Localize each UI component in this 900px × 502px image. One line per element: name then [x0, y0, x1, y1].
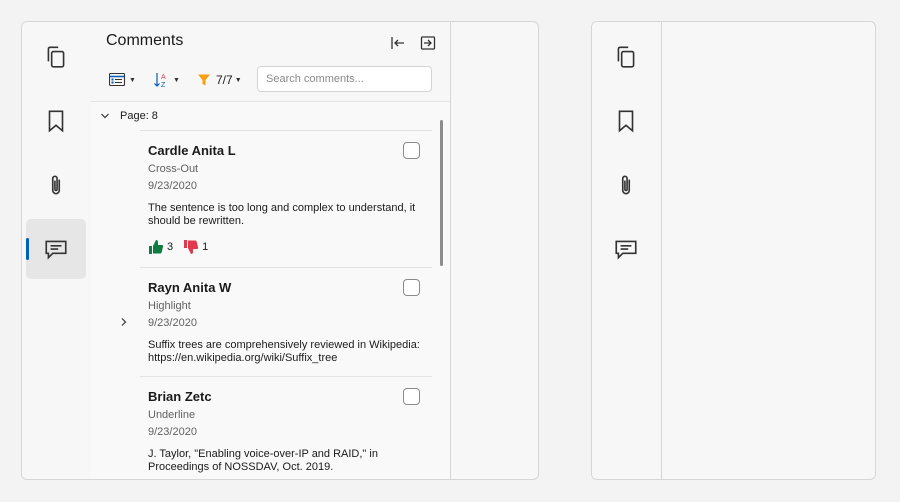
like-button[interactable]: 3	[148, 239, 173, 255]
comment-body: J. Taylor, "Enabling voice-over-IP and R…	[148, 448, 378, 473]
page-group-label: Page: 8	[120, 110, 158, 122]
rail-attachments-button[interactable]	[596, 155, 656, 215]
filter-button[interactable]: 7/7 ▼	[197, 66, 242, 94]
chevron-down-icon: ▼	[129, 76, 136, 84]
comment-author: Cardle Anita L	[148, 143, 236, 158]
comment-card[interactable]: Rayn Anita W Highlight 9/23/2020 Suffix …	[140, 267, 432, 377]
svg-text:A: A	[161, 74, 166, 81]
popout-pane-button[interactable]	[417, 32, 439, 54]
rail-comments-button[interactable]	[26, 219, 86, 279]
comment-card[interactable]: Cardle Anita L Cross-Out 9/23/2020 The s…	[140, 130, 432, 268]
comment-checkbox[interactable]	[403, 388, 420, 405]
comment-date: 9/23/2020	[148, 426, 197, 438]
comment-author: Brian Zetc	[148, 389, 212, 404]
comments-panel: Comments ▼ AZ ▼ 7/7 ▼ Search comments...…	[21, 21, 539, 480]
attachment-icon	[621, 175, 631, 195]
filter-count: 7/7	[216, 73, 233, 87]
pane-title: Comments	[106, 32, 184, 49]
pages-icon	[617, 46, 635, 68]
like-count: 3	[167, 241, 174, 253]
rail-bookmarks-button[interactable]	[596, 91, 656, 151]
attachment-icon	[51, 175, 61, 195]
comment-author: Rayn Anita W	[148, 280, 232, 295]
rail-comments-button[interactable]	[596, 219, 656, 279]
pages-icon	[47, 46, 65, 68]
comment-checkbox[interactable]	[403, 142, 420, 159]
collapse-left-icon	[391, 37, 404, 49]
rail-attachments-button[interactable]	[26, 155, 86, 215]
comments-icon	[45, 240, 67, 260]
rail-bookmarks-button[interactable]	[26, 91, 86, 151]
collapsed-panel	[591, 21, 876, 480]
comment-type: Underline	[148, 409, 196, 421]
thumbs-down-icon	[184, 240, 199, 254]
comment-checkbox[interactable]	[403, 279, 420, 296]
sort-button[interactable]: AZ ▼	[153, 66, 180, 94]
comments-pane: Comments ▼ AZ ▼ 7/7 ▼ Search comments...…	[91, 22, 451, 479]
collapse-pane-button[interactable]	[387, 32, 409, 54]
comment-date: 9/23/2020	[148, 180, 197, 192]
comment-body: Suffix trees are comprehensively reviewe…	[148, 339, 420, 364]
rail-pages-button[interactable]	[596, 27, 656, 87]
comments-list: Page: 8 Cardle Anita L Cross-Out 9/23/20…	[91, 101, 450, 479]
list-view-icon	[109, 73, 126, 87]
comment-date: 9/23/2020	[148, 317, 197, 329]
filter-icon	[198, 74, 210, 86]
view-options-button[interactable]: ▼	[109, 66, 136, 94]
expand-replies-button[interactable]	[118, 316, 130, 328]
bookmark-icon	[48, 110, 64, 133]
dislike-button[interactable]: 1	[183, 239, 208, 255]
comment-type: Highlight	[148, 300, 191, 312]
comment-card[interactable]: Brian Zetc Underline 9/23/2020 J. Taylor…	[140, 376, 432, 479]
popout-icon	[420, 36, 436, 50]
comments-icon	[615, 240, 637, 260]
chevron-right-icon	[121, 318, 127, 326]
side-rail	[592, 22, 662, 479]
dislike-count: 1	[202, 241, 209, 253]
chevron-down-icon: ▼	[234, 76, 242, 84]
sort-az-icon: AZ	[154, 73, 166, 88]
rail-pages-button[interactable]	[26, 27, 86, 87]
page-group-header[interactable]: Page: 8	[91, 102, 433, 130]
svg-text:Z: Z	[161, 82, 166, 88]
scrollbar-thumb[interactable]	[440, 120, 443, 266]
chevron-down-icon	[101, 113, 109, 119]
thumbs-up-icon	[149, 240, 164, 254]
chevron-down-icon: ▼	[173, 76, 180, 84]
search-comments-input[interactable]	[257, 66, 432, 92]
side-rail	[22, 22, 92, 479]
comment-body: The sentence is too long and complex to …	[148, 202, 416, 227]
comment-reactions: 3 1	[148, 239, 208, 255]
active-indicator	[26, 238, 29, 260]
comment-type: Cross-Out	[148, 163, 199, 175]
bookmark-icon	[618, 110, 634, 133]
